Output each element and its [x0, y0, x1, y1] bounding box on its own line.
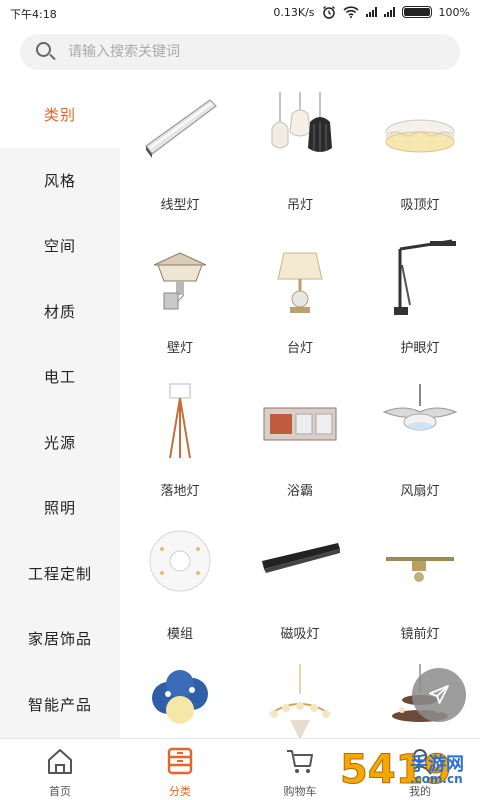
sidebar-item-7[interactable]: 工程定制	[0, 541, 120, 607]
product-category-tile[interactable]: 台灯	[240, 225, 360, 368]
product-category-tile[interactable]: 线型灯	[120, 82, 240, 225]
product-category-tile[interactable]: 模组	[120, 511, 240, 654]
product-category-tile[interactable]: 风扇灯	[360, 368, 480, 511]
product-category-label: 壁灯	[166, 341, 193, 356]
floor-lamp-icon	[140, 378, 220, 468]
magnetic-track-icon	[260, 521, 340, 611]
wifi-icon	[342, 6, 359, 18]
sidebar-item-4[interactable]: 电工	[0, 344, 120, 410]
product-category-label: 浴霸	[286, 484, 313, 499]
product-category-label: 磁吸灯	[280, 627, 320, 642]
product-category-tile[interactable]: 落地灯	[120, 368, 240, 511]
sidebar-item-3[interactable]: 材质	[0, 279, 120, 345]
product-category-label: 护眼灯	[400, 341, 440, 356]
search-icon[interactable]	[36, 42, 56, 62]
bath-heater-icon	[260, 378, 340, 468]
product-grid: 线型灯 吊灯 吸顶灯壁灯 台灯 护眼灯落地灯 浴霸 风扇灯模组 磁吸灯 镜前灯	[120, 82, 480, 738]
product-category-label: 风扇灯	[400, 484, 440, 499]
sidebar-item-9[interactable]: 智能产品	[0, 672, 120, 738]
sidebar-item-label: 光源	[43, 433, 76, 452]
status-icons: 0.13K/s 100%	[273, 5, 470, 19]
product-category-tile[interactable]: 吸顶灯	[360, 82, 480, 225]
product-category-tile[interactable]: 吊灯	[240, 82, 360, 225]
product-category-label: 线型灯	[160, 198, 200, 213]
product-category-label: 台灯	[286, 341, 313, 356]
search-bar	[0, 26, 480, 82]
product-category-label: 落地灯	[160, 484, 200, 499]
nav-label: 首页	[49, 785, 71, 798]
linear-light-icon	[140, 92, 220, 182]
sidebar-item-label: 智能产品	[27, 695, 92, 714]
product-category-tile[interactable]	[120, 654, 240, 738]
sidebar-item-label: 电工	[43, 368, 76, 387]
sidebar-item-0[interactable]: 类别	[0, 82, 120, 148]
nav-label: 分类	[169, 785, 191, 798]
sidebar-item-label: 风格	[43, 171, 76, 190]
battery-icon	[401, 6, 432, 18]
search-input[interactable]	[68, 44, 428, 60]
pendant-light-icon	[260, 92, 340, 182]
sidebar-item-label: 工程定制	[27, 564, 92, 583]
product-category-label: 镜前灯	[400, 627, 440, 642]
sidebar-item-label: 家居饰品	[27, 630, 92, 649]
wall-lamp-icon	[140, 235, 220, 325]
battery-percent: 100%	[438, 5, 470, 19]
product-grid-area: 线型灯 吊灯 吸顶灯壁灯 台灯 护眼灯落地灯 浴霸 风扇灯模组 磁吸灯 镜前灯	[120, 82, 480, 738]
nav-item-1[interactable]: 分类	[120, 739, 240, 800]
nav-item-0[interactable]: 首页	[0, 739, 120, 800]
sidebar-item-label: 照明	[43, 499, 76, 518]
sidebar-item-label: 类别	[43, 106, 76, 125]
alarm-icon	[322, 6, 335, 19]
product-category-tile[interactable]: 浴霸	[240, 368, 360, 511]
status-bar: 下午4:18 0.13K/s 100%	[0, 0, 480, 26]
product-category-tile[interactable]	[240, 654, 360, 738]
sidebar-item-1[interactable]: 风格	[0, 148, 120, 214]
product-category-tile[interactable]: 镜前灯	[360, 511, 480, 654]
product-category-label: 吊灯	[286, 198, 313, 213]
product-category-tile[interactable]: 磁吸灯	[240, 511, 360, 654]
product-category-tile[interactable]: 护眼灯	[360, 225, 480, 368]
watermark-site-url: .com.cn	[410, 772, 463, 786]
kids-lamp-icon	[140, 664, 220, 738]
send-icon	[429, 685, 449, 704]
product-category-label: 吸顶灯	[400, 198, 440, 213]
signal-icon	[383, 7, 395, 17]
fan-light-icon	[380, 378, 460, 468]
desk-eye-lamp-icon	[380, 235, 460, 325]
sidebar-item-5[interactable]: 光源	[0, 410, 120, 476]
sidebar-item-6[interactable]: 照明	[0, 475, 120, 541]
network-speed: 0.13K/s	[273, 5, 315, 19]
sidebar-item-label: 空间	[43, 237, 76, 256]
search-box[interactable]	[20, 34, 460, 70]
share-float-button[interactable]	[412, 668, 466, 722]
ceiling-light-icon	[380, 92, 460, 182]
category-sidebar: 类别风格空间材质电工光源照明工程定制家居饰品智能产品	[0, 82, 120, 738]
sidebar-item-label: 材质	[43, 302, 76, 321]
signal-icon	[365, 7, 377, 17]
product-category-label: 模组	[166, 627, 193, 642]
led-module-icon	[140, 521, 220, 611]
table-lamp-icon	[260, 235, 340, 325]
product-category-tile[interactable]: 壁灯	[120, 225, 240, 368]
crystal-chandelier-icon	[260, 664, 340, 738]
sidebar-item-2[interactable]: 空间	[0, 213, 120, 279]
sidebar-item-8[interactable]: 家居饰品	[0, 606, 120, 672]
mirror-light-icon	[380, 521, 460, 611]
status-time: 下午4:18	[10, 8, 57, 21]
site-watermark: 5419 手游网 .com.cn	[339, 748, 480, 800]
